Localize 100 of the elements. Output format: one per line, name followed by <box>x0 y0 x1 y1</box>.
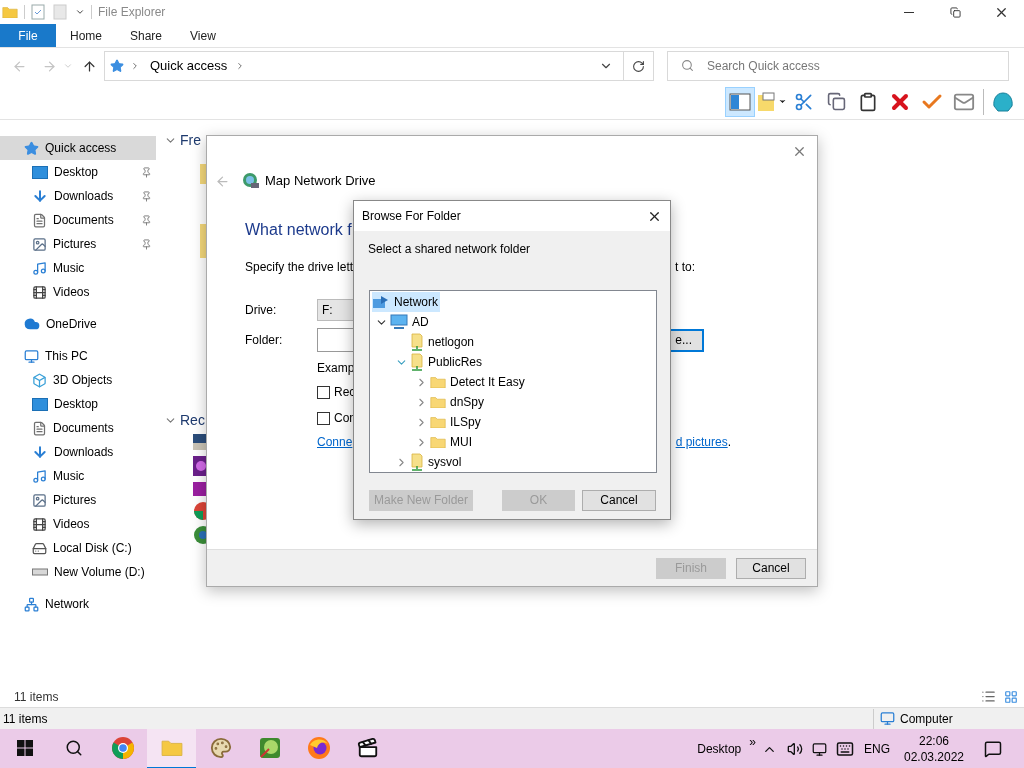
sidebar-item[interactable]: Quick access <box>0 136 156 160</box>
sidebar-item[interactable]: Network <box>0 592 156 616</box>
field-label: Drive: <box>245 302 278 319</box>
shared-folder-icon <box>410 353 424 371</box>
clock[interactable]: 22:06 02.03.2022 <box>900 733 968 765</box>
star-icon <box>110 59 124 73</box>
shell-icon <box>992 91 1014 112</box>
sidebar-item[interactable]: New Volume (D:) <box>0 560 156 584</box>
tree-item[interactable]: Network <box>372 292 440 312</box>
map-icon <box>257 736 282 760</box>
sidebar-item[interactable]: 3D Objects <box>0 368 156 392</box>
large-icons-view-icon[interactable] <box>1004 689 1018 704</box>
dialog-button[interactable]: Cancel <box>582 489 656 511</box>
ribbon-tab[interactable]: Share <box>116 24 177 47</box>
music-note-icon <box>32 468 47 484</box>
search-field[interactable]: Search Quick access <box>667 51 1009 81</box>
checkbox[interactable] <box>317 411 330 425</box>
computer-icon <box>390 314 408 330</box>
dialog-heading: What network f <box>245 220 352 240</box>
clapperboard-icon <box>356 737 379 759</box>
notifications-icon[interactable] <box>984 740 1002 758</box>
cloud-icon <box>24 316 40 332</box>
tree-item[interactable]: dnSpy <box>430 392 487 412</box>
shared-folder-icon <box>410 333 424 351</box>
back-icon[interactable] <box>215 173 230 189</box>
desktop-icon <box>32 165 48 179</box>
ribbon-tab[interactable]: View <box>176 24 230 47</box>
window-title: File Explorer <box>98 4 166 21</box>
film-icon <box>32 284 47 300</box>
dialog-button[interactable]: Cancel <box>736 557 806 579</box>
cube-icon <box>32 372 47 388</box>
instruction-text: Specify the drive lett <box>245 259 354 276</box>
folder-icon <box>160 739 183 757</box>
checklist-icon[interactable] <box>31 4 45 20</box>
tree-item[interactable]: ILSpy <box>430 412 483 432</box>
up-icon[interactable] <box>82 58 97 74</box>
link-text: d pictures. <box>675 434 731 451</box>
sidebar-item[interactable]: Pictures <box>0 488 156 512</box>
sidebar-item[interactable]: Desktop <box>0 392 156 416</box>
sidebar-item[interactable]: Videos <box>0 280 156 304</box>
chevron-right-icon <box>130 61 140 71</box>
image-thumbnail-icon <box>193 456 206 476</box>
folder-icon <box>430 375 446 389</box>
caret-icon <box>778 97 787 106</box>
sidebar-item[interactable]: Videos <box>0 512 156 536</box>
music-note-icon <box>32 260 47 276</box>
sidebar-item[interactable]: Music <box>0 256 156 280</box>
monitor-icon <box>24 348 39 364</box>
desktop-icon <box>32 397 48 411</box>
section-heading: Fre <box>180 130 201 150</box>
ribbon-tab[interactable]: Home <box>56 24 116 47</box>
field-label: Folder: <box>245 332 284 349</box>
instruction-text: t to: <box>675 259 695 276</box>
clipboard-icon <box>858 91 878 112</box>
details-view-icon[interactable] <box>981 689 996 704</box>
link[interactable]: Conne <box>317 433 353 451</box>
restore-icon <box>949 6 961 18</box>
folder-icon <box>430 415 446 429</box>
sidebar-item[interactable]: Pictures <box>0 232 156 256</box>
pane-button[interactable] <box>725 86 755 117</box>
tree-item[interactable]: PublicRes <box>410 352 485 372</box>
refresh-icon[interactable] <box>632 59 645 73</box>
sidebar-item[interactable]: Music <box>0 464 156 488</box>
toolbar-label[interactable]: Desktop <box>697 740 742 758</box>
sidebar-item[interactable]: Downloads <box>0 184 156 208</box>
dialog-title: Browse For Folder <box>362 208 461 225</box>
search-icon <box>681 59 694 72</box>
sidebar-item[interactable]: OneDrive <box>0 312 156 336</box>
tree-item[interactable]: AD <box>390 312 431 332</box>
sidebar-item[interactable]: Documents <box>0 416 156 440</box>
scissors-icon <box>794 91 814 112</box>
document-icon <box>32 212 47 228</box>
tree-item[interactable]: MUI <box>430 432 474 452</box>
note-icon <box>757 91 775 112</box>
tree-item[interactable]: Detect It Easy <box>430 372 527 392</box>
sidebar-item[interactable]: Downloads <box>0 440 156 464</box>
language-indicator[interactable]: ENG <box>864 740 890 758</box>
sidebar-item[interactable]: Documents <box>0 208 156 232</box>
breadcrumb: Quick access <box>150 57 228 76</box>
sidebar-item[interactable]: Desktop <box>0 160 156 184</box>
status-text: 11 items <box>3 710 48 728</box>
toolbar-chevron[interactable]: » <box>749 733 756 751</box>
drive-icon <box>32 540 47 556</box>
tree-item[interactable]: netlogon <box>410 332 477 352</box>
sidebar-item[interactable]: Local Disk (C:) <box>0 536 156 560</box>
customize-dropdown-icon[interactable] <box>75 7 85 17</box>
palette-icon <box>209 737 232 759</box>
download-arrow-icon <box>32 444 48 460</box>
network-icon[interactable] <box>812 741 827 757</box>
sidebar-item[interactable]: This PC <box>0 344 156 368</box>
file-tab[interactable]: File <box>0 24 56 47</box>
keyboard-icon[interactable] <box>836 740 854 758</box>
checkbox[interactable] <box>317 385 330 399</box>
windows-logo-icon <box>16 740 33 756</box>
tree-item[interactable]: sysvol <box>410 452 464 472</box>
address-bar[interactable]: Quick access <box>104 51 654 81</box>
volume-icon[interactable] <box>787 741 803 757</box>
film-icon <box>32 516 47 532</box>
drive-icon <box>32 568 48 576</box>
section-heading: Rec <box>180 410 205 430</box>
